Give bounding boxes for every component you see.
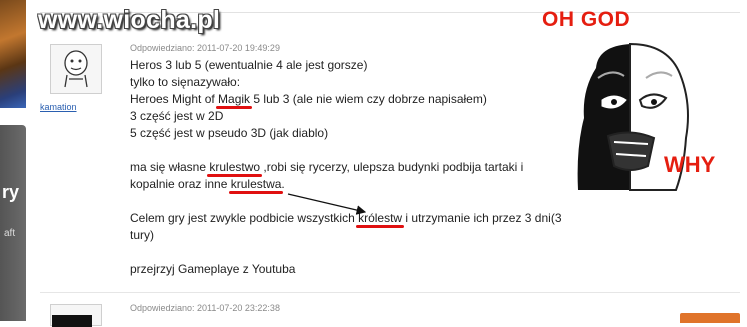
post-timestamp: Odpowiedziano: 2011-07-20 23:22:38 — [130, 303, 280, 313]
avatar-image — [52, 315, 92, 327]
avatar[interactable] — [50, 304, 102, 327]
meme-top-text: OH GOD — [542, 8, 631, 31]
post-divider — [40, 292, 740, 293]
reply-button[interactable] — [680, 313, 740, 323]
meme-bottom-text: WHY — [664, 152, 716, 177]
